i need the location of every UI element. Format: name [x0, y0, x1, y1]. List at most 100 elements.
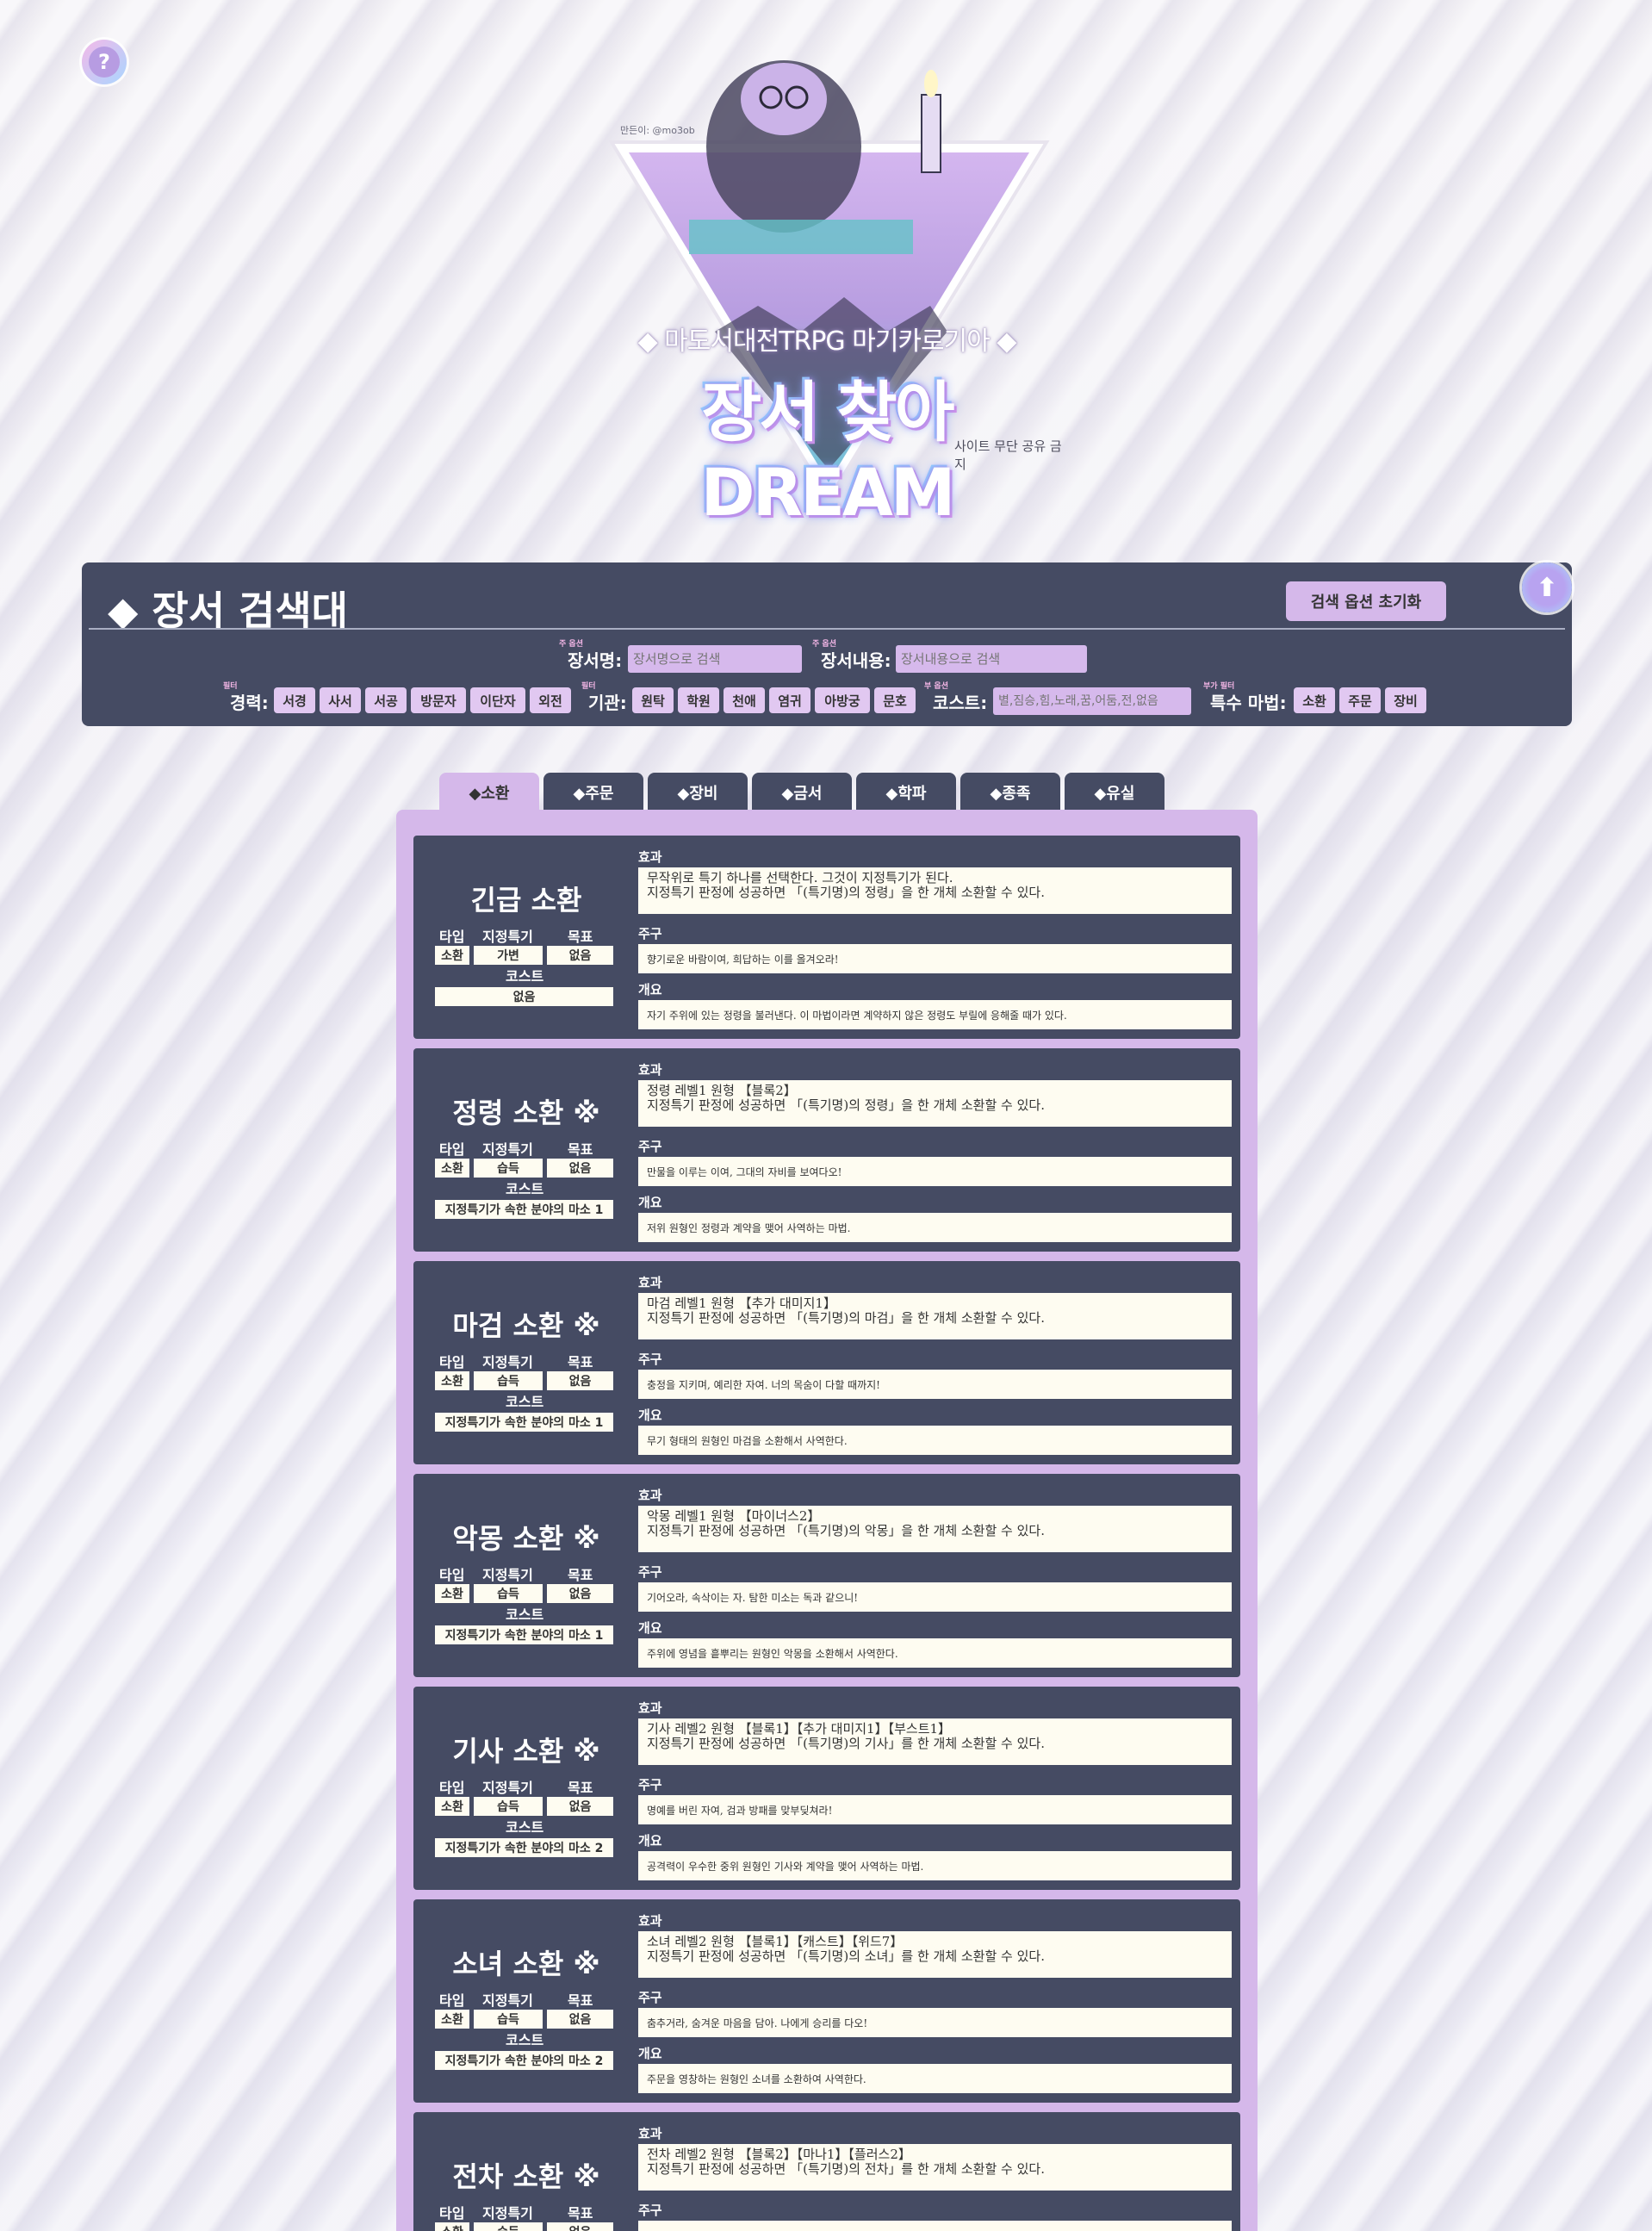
effect-line-1: 무작위로 특기 하나를 선택한다. 그것이 지정특기가 된다. — [647, 870, 953, 886]
target-value: 없음 — [547, 1159, 613, 1178]
special-chip[interactable]: 장비 — [1385, 687, 1426, 713]
tab-summon[interactable]: ◆소환 — [439, 773, 539, 812]
book-name: 악몽 소환 ※ — [452, 1522, 600, 1555]
special-chip[interactable]: 주문 — [1339, 687, 1381, 713]
book-card: 전차 소환 ※ 타입 지정특기 목표 소환 습득 없음 코스트 지정특기가 속한… — [413, 2112, 1240, 2231]
target-header: 목표 — [568, 1780, 593, 1796]
skill-value: 습득 — [474, 2010, 543, 2029]
cost-header: 코스트 — [506, 1181, 544, 1197]
target-value: 없음 — [547, 1797, 613, 1816]
cost-header: 코스트 — [506, 1819, 544, 1836]
tab-spell[interactable]: ◆주문 — [543, 773, 643, 812]
book-card: 기사 소환 ※ 타입 지정특기 목표 소환 습득 없음 코스트 지정특기가 속한… — [413, 1687, 1240, 1890]
tab-school[interactable]: ◆학파 — [856, 773, 956, 812]
career-chip[interactable]: 서공 — [365, 687, 407, 713]
skill-header: 지정특기 — [482, 1354, 533, 1370]
book-name: 소녀 소환 ※ — [452, 1948, 600, 1980]
desc-label: 개요 — [638, 1195, 662, 1210]
effect-line-2: 지정특기 판정에 성공하면 「(특기명)의 전차」를 한 개체 소환할 수 있다… — [647, 2161, 1045, 2177]
name-search-input[interactable] — [628, 645, 802, 673]
type-header: 타입 — [439, 1780, 465, 1796]
type-value: 소환 — [435, 1371, 469, 1390]
cost-value: 지정특기가 속한 분야의 마소 2 — [435, 1838, 613, 1857]
cost-value: 지정특기가 속한 분야의 마소 1 — [435, 1625, 613, 1644]
desc-box: 자기 주위에 있는 정령을 불러낸다. 이 마법이라면 계약하지 않은 정령도 … — [638, 1000, 1232, 1029]
book-name: 마검 소환 ※ — [452, 1309, 600, 1342]
skill-header: 지정특기 — [482, 2205, 533, 2222]
question-mark-icon: ? — [89, 47, 120, 78]
type-value: 소환 — [435, 2222, 469, 2231]
quote-label: 주구 — [638, 1139, 662, 1154]
logo-credit: 만든이: @mo3ob — [620, 125, 695, 136]
effect-label: 효과 — [638, 1275, 662, 1290]
target-header: 목표 — [568, 1354, 593, 1370]
scroll-top-button[interactable]: ⬆ — [1522, 562, 1572, 612]
help-button[interactable]: ? — [82, 40, 127, 84]
special-chip[interactable]: 소환 — [1294, 687, 1335, 713]
desc-label: 개요 — [638, 982, 662, 997]
name-label: 장서명: — [568, 650, 623, 671]
skill-header: 지정특기 — [482, 1141, 533, 1158]
tab-equipment[interactable]: ◆장비 — [648, 773, 748, 812]
target-header: 목표 — [568, 2205, 593, 2222]
effect-line-2: 지정특기 판정에 성공하면 「(특기명)의 소녀」를 한 개체 소환할 수 있다… — [647, 1948, 1045, 1964]
cost-value: 지정특기가 속한 분야의 마소 2 — [435, 2051, 613, 2070]
cost-value: 지정특기가 속한 분야의 마소 1 — [435, 1200, 613, 1219]
cost-value: 지정특기가 속한 분야의 마소 1 — [435, 1413, 613, 1432]
career-chip[interactable]: 방문자 — [411, 687, 466, 713]
target-header: 목표 — [568, 1567, 593, 1583]
tab-forbidden[interactable]: ◆금서 — [752, 773, 852, 812]
target-value: 없음 — [547, 2222, 613, 2231]
type-header: 타입 — [439, 1354, 465, 1370]
skill-value: 습득 — [474, 1371, 543, 1390]
tab-lost[interactable]: ◆유실 — [1065, 773, 1164, 812]
org-chip[interactable]: 원탁 — [632, 687, 674, 713]
quote-label: 주구 — [638, 2203, 662, 2218]
career-chip[interactable]: 사서 — [320, 687, 361, 713]
special-label: 특수 마법: — [1210, 693, 1287, 713]
desc-label: 개요 — [638, 2046, 662, 2061]
org-chip[interactable]: 아방궁 — [815, 687, 870, 713]
org-chip[interactable]: 문호 — [874, 687, 916, 713]
book-card: 긴급 소환 타입 지정특기 목표 소환 가변 없음 코스트 없음 효과 무작위로… — [413, 836, 1240, 1039]
book-name: 긴급 소환 — [470, 884, 582, 917]
skill-value: 습득 — [474, 2222, 543, 2231]
skill-header: 지정특기 — [482, 1567, 533, 1583]
skill-value: 습득 — [474, 1797, 543, 1816]
effect-line-2: 지정특기 판정에 성공하면 「(특기명)의 정령」을 한 개체 소환할 수 있다… — [647, 1097, 1045, 1113]
effect-line-1: 전차 레벨2 원형 【블록2】【마나1】【플러스2】 — [647, 2147, 911, 2162]
content-label: 장서내용: — [821, 650, 891, 671]
quote-box: 명예를 버린 자여, 검과 방패를 맞부딪쳐라! — [638, 1795, 1232, 1824]
desc-label: 개요 — [638, 1408, 662, 1423]
reset-search-options-button[interactable]: 검색 옵션 초기화 — [1286, 581, 1446, 621]
effect-box: 마검 레벨1 원형 【추가 대미지1】 지정특기 판정에 성공하면 「(특기명)… — [638, 1293, 1232, 1339]
quote-label: 주구 — [638, 1990, 662, 2005]
effect-label: 효과 — [638, 2126, 662, 2141]
target-value: 없음 — [547, 2010, 613, 2029]
quote-box: 춤추거라, 숨겨운 마음을 담아. 나에게 승리를 다오! — [638, 2008, 1232, 2037]
org-chip[interactable]: 천애 — [724, 687, 765, 713]
career-chip[interactable]: 서경 — [274, 687, 315, 713]
career-chip[interactable]: 이단자 — [470, 687, 525, 713]
search-panel: ◆ 장서 검색대 검색 옵션 초기화 ⬆ 주 옵션 장서명: 주 옵션 장서내용… — [82, 562, 1572, 726]
career-chip[interactable]: 외전 — [530, 687, 571, 713]
effect-line-1: 소녀 레벨2 원형 【블록1】【캐스트】【위드7】 — [647, 1934, 904, 1949]
effect-line-1: 악몽 레벨1 원형 【마이너스2】 — [647, 1508, 821, 1524]
content-search-input[interactable] — [896, 645, 1087, 673]
org-chip[interactable]: 학원 — [678, 687, 719, 713]
tab-race[interactable]: ◆종족 — [960, 773, 1060, 812]
effect-label: 효과 — [638, 849, 662, 865]
skill-value: 가변 — [474, 946, 543, 965]
quote-label: 주구 — [638, 1352, 662, 1367]
book-card: 소녀 소환 ※ 타입 지정특기 목표 소환 습득 없음 코스트 지정특기가 속한… — [413, 1899, 1240, 2103]
effect-box: 정령 레벨1 원형 【블록2】 지정특기 판정에 성공하면 「(특기명)의 정령… — [638, 1080, 1232, 1127]
org-chip[interactable]: 염귀 — [769, 687, 810, 713]
book-list: 긴급 소환 타입 지정특기 목표 소환 가변 없음 코스트 없음 효과 무작위로… — [396, 810, 1258, 2231]
effect-line-2: 지정특기 판정에 성공하면 「(특기명)의 기사」를 한 개체 소환할 수 있다… — [647, 1736, 1045, 1751]
effect-label: 효과 — [638, 1062, 662, 1078]
cost-search-input[interactable] — [993, 687, 1191, 715]
effect-line-2: 지정특기 판정에 성공하면 「(특기명)의 악몽」을 한 개체 소환할 수 있다… — [647, 1523, 1045, 1538]
type-value: 소환 — [435, 946, 469, 965]
target-header: 목표 — [568, 1141, 593, 1158]
target-header: 목표 — [568, 929, 593, 945]
